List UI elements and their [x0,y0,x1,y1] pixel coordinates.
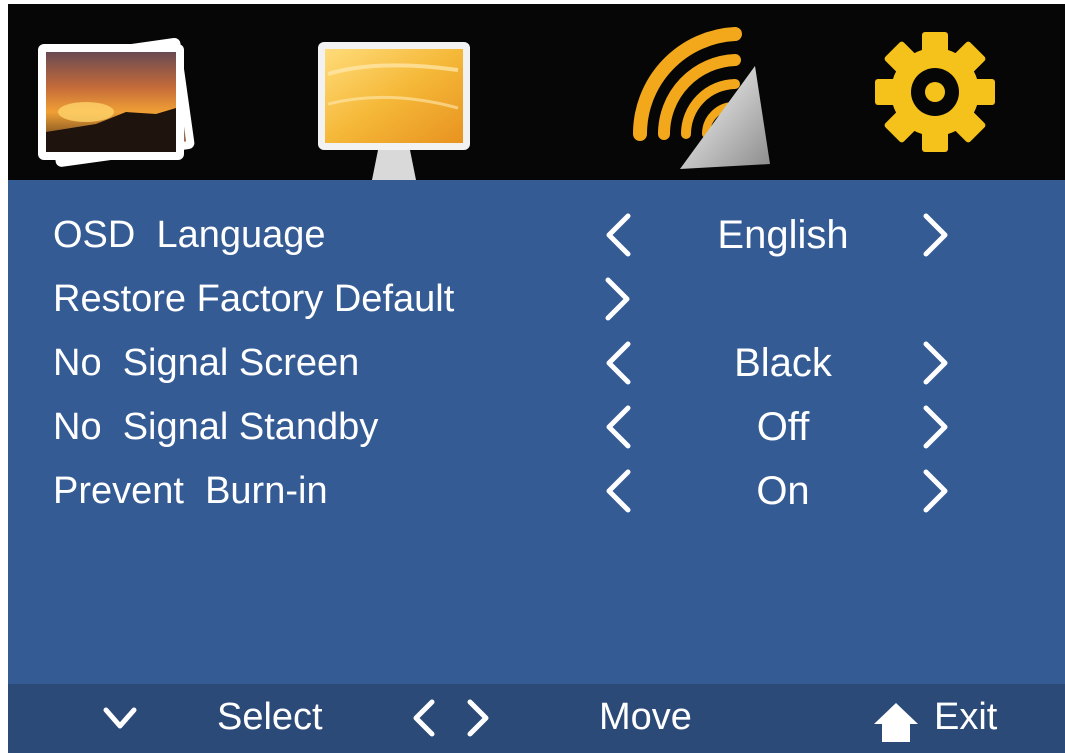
chevron-down-icon [100,700,140,741]
chevron-right-icon[interactable] [918,211,954,259]
chevron-left-icon[interactable] [600,339,636,387]
exit-hint-label: Exit [934,696,998,738]
setting-row-prevent-burn-in[interactable]: Prevent Burn-in On [8,461,1065,521]
setting-row-osd-language[interactable]: OSD Language English [8,205,1065,265]
setting-label: OSD Language [53,214,326,256]
chevron-right-icon[interactable] [918,339,954,387]
setting-value: Off [756,405,810,449]
osd-menu: OSD Language English Restore Factory Def… [8,4,1065,753]
footer-hint-bar: Select Move Exit [8,684,1065,753]
setting-row-no-signal-screen[interactable]: No Signal Screen Black [8,333,1065,393]
setting-row-no-signal-standby[interactable]: No Signal Standby Off [8,397,1065,457]
setting-label: Prevent Burn-in [53,470,328,512]
home-icon [872,700,920,749]
setting-label: No Signal Screen [53,342,360,384]
setting-value: On [756,469,810,513]
tab-picture[interactable] [26,4,206,180]
tab-display[interactable] [308,4,488,180]
setting-label: No Signal Standby [53,406,379,448]
chevron-right-icon[interactable] [918,467,954,515]
tab-audio[interactable] [620,4,800,180]
chevron-left-icon[interactable] [600,211,636,259]
chevron-left-icon[interactable] [600,403,636,451]
chevron-right-icon[interactable] [600,275,636,323]
setting-label: Restore Factory Default [53,278,455,320]
setting-value: English [717,213,849,257]
setting-value: Black [734,341,832,385]
settings-panel: OSD Language English Restore Factory Def… [8,180,1065,684]
chevron-left-icon[interactable] [600,467,636,515]
setting-row-restore-factory-default[interactable]: Restore Factory Default [8,269,1065,329]
chevron-right-icon [462,696,496,745]
select-hint-label: Select [217,696,323,738]
move-hint-label: Move [599,696,692,738]
tab-bar [8,4,1065,184]
tab-settings[interactable] [853,4,1033,180]
chevron-right-icon[interactable] [918,403,954,451]
chevron-left-icon [406,696,440,745]
